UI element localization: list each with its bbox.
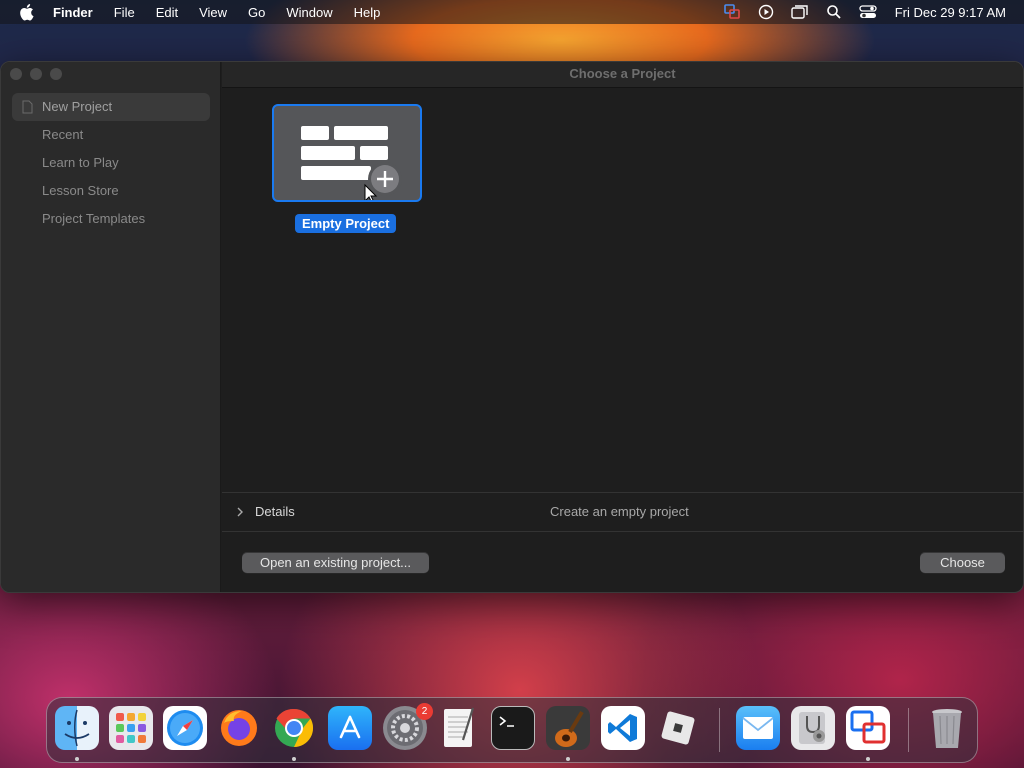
sidebar-item-label: Recent [42,127,84,142]
empty-project-tile[interactable] [272,104,422,204]
sidebar-item-new-project[interactable]: New Project [12,93,210,121]
firefox-icon[interactable] [217,706,261,750]
sidebar-list: New Project Recent Learn to Play Lesson … [12,93,210,233]
details-description: Create an empty project [550,504,689,519]
menu-go[interactable]: Go [248,5,265,20]
empty-project-label[interactable]: Empty Project [295,214,397,233]
disk-utility-icon[interactable] [791,706,835,750]
control-center-icon[interactable] [859,4,877,20]
choose-button[interactable]: Choose [920,552,1005,573]
remote-desktop-status-icon[interactable] [723,4,741,20]
open-existing-project-button[interactable]: Open an existing project... [242,552,429,573]
menu-view[interactable]: View [199,5,227,20]
menu-window[interactable]: Window [286,5,332,20]
empty-project-icon [301,126,402,204]
mail-icon[interactable] [736,706,780,750]
menu-edit[interactable]: Edit [156,5,178,20]
vscode-icon[interactable] [601,706,645,750]
garageband-running-indicator [566,757,570,761]
sidebar-item-learn-to-play[interactable]: Learn to Play [12,149,210,177]
garageband-icon[interactable] [546,706,590,750]
chevron-right-icon[interactable] [235,505,245,519]
sidebar-item-label: Learn to Play [42,155,119,170]
trash-icon[interactable] [925,706,969,750]
choose-project-window: New Project Recent Learn to Play Lesson … [0,61,1024,593]
system-settings-badge: 2 [416,703,433,720]
menu-app-name[interactable]: Finder [53,5,93,20]
details-toggle[interactable]: Details [255,504,295,519]
details-bar: Details Create an empty project [222,492,1023,532]
play-circle-icon[interactable] [757,4,775,20]
app-store-icon[interactable] [328,706,372,750]
textedit-icon[interactable] [437,706,481,750]
dock-separator [908,708,909,752]
finder-running-indicator [75,757,79,761]
sidebar-item-recent[interactable]: Recent [12,121,210,149]
sidebar: New Project Recent Learn to Play Lesson … [1,62,221,592]
sidebar-item-label: New Project [42,99,113,114]
dock: 2 [46,697,978,763]
finder-icon[interactable] [55,706,99,750]
menu-help[interactable]: Help [354,5,381,20]
remote-desktop-icon[interactable] [846,706,890,750]
chrome-running-indicator [292,757,296,761]
terminal-icon[interactable] [491,706,535,750]
zoom-button[interactable] [50,68,62,80]
sidebar-item-lesson-store[interactable]: Lesson Store [12,177,210,205]
sidebar-item-project-templates[interactable]: Project Templates [12,205,210,233]
window-controls [10,68,62,80]
window-title: Choose a Project [222,62,1023,88]
search-icon[interactable] [825,4,843,20]
sidebar-item-label: Project Templates [42,211,146,226]
dock-separator [719,708,720,752]
document-icon [22,100,33,114]
sidebar-item-label: Lesson Store [42,183,119,198]
menu-clock[interactable]: Fri Dec 29 9:17 AM [895,5,1006,20]
remote-desktop-running-indicator [866,757,870,761]
minimize-button[interactable] [30,68,42,80]
chrome-icon[interactable] [272,706,316,750]
roblox-icon[interactable] [656,706,700,750]
close-button[interactable] [10,68,22,80]
safari-icon[interactable] [163,706,207,750]
menu-file[interactable]: File [114,5,135,20]
menu-bar: Finder File Edit View Go Window Help Fri… [0,0,1024,24]
apple-menu-icon[interactable] [18,3,36,21]
launchpad-icon[interactable] [109,706,153,750]
screens-icon[interactable] [791,4,809,20]
